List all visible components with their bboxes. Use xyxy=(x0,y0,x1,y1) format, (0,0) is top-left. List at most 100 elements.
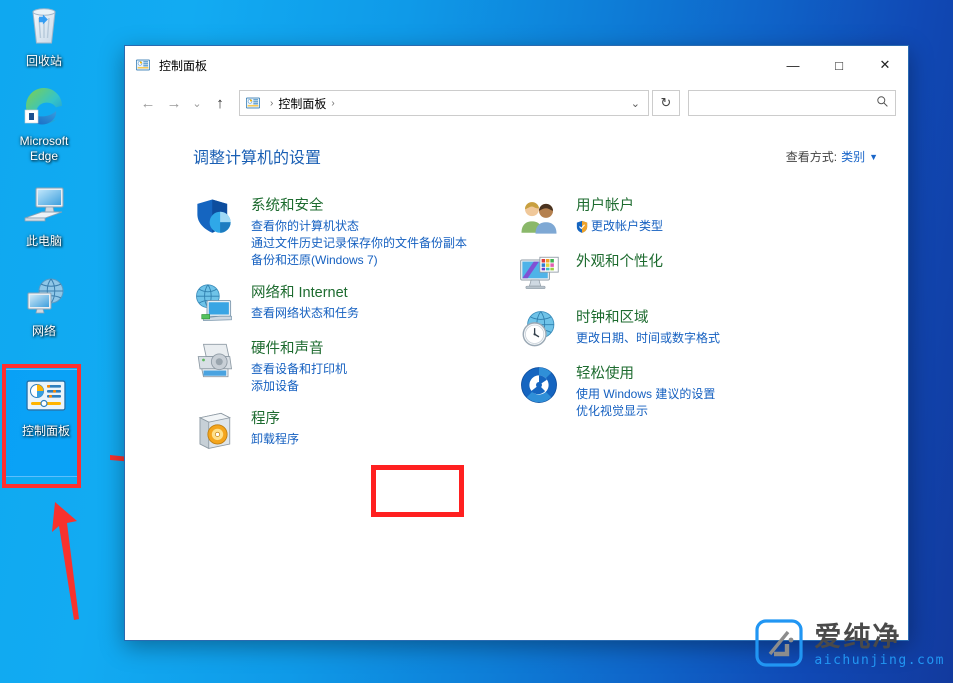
category-icon-wrap xyxy=(518,308,566,350)
category-link[interactable]: 查看设备和打印机 xyxy=(251,361,347,378)
category-icon-wrap xyxy=(193,283,241,325)
content-header: 调整计算机的设置 查看方式: 类别 ▼ xyxy=(193,144,878,168)
desktop-icon-label: 控制面板 xyxy=(7,424,85,439)
desktop-icon-microsoft-edge[interactable]: Microsoft Edge xyxy=(5,82,83,164)
programs-disc-icon xyxy=(193,409,235,451)
category-item: 硬件和声音查看设备和打印机添加设备 xyxy=(193,339,518,395)
desktop-icon-recycle-bin[interactable]: 回收站 xyxy=(5,2,83,69)
category-title[interactable]: 用户帐户 xyxy=(576,197,663,216)
category-column-left: 系统和安全查看你的计算机状态通过文件历史记录保存你的文件备份副本备份和还原(Wi… xyxy=(193,196,518,465)
category-link[interactable]: 更改日期、时间或数字格式 xyxy=(576,330,720,347)
category-text: 外观和个性化 xyxy=(566,252,663,294)
desktop: 回收站 Microsoft Edge xyxy=(0,0,953,683)
aichunjing-logo-icon xyxy=(754,618,804,673)
category-link[interactable]: 备份和还原(Windows 7) xyxy=(251,252,467,269)
watermark-en: aichunjing.com xyxy=(814,653,945,668)
category-link[interactable]: 查看网络状态和任务 xyxy=(251,305,359,322)
category-text: 程序卸载程序 xyxy=(241,409,299,451)
category-text: 系统和安全查看你的计算机状态通过文件历史记录保存你的文件备份副本备份和还原(Wi… xyxy=(241,196,467,269)
close-button[interactable]: ✕ xyxy=(862,47,908,84)
view-by-value[interactable]: 类别 xyxy=(841,148,865,165)
search-input[interactable] xyxy=(695,96,876,110)
up-button[interactable]: ↑ xyxy=(207,90,233,116)
category-item: 程序卸载程序 xyxy=(193,409,518,451)
category-text: 硬件和声音查看设备和打印机添加设备 xyxy=(241,339,347,395)
category-text: 用户帐户 更改帐户类型 xyxy=(566,196,663,238)
shield-security-icon xyxy=(193,196,235,238)
category-item: 网络和 Internet 查看网络状态和任务 xyxy=(193,283,518,325)
category-title[interactable]: 外观和个性化 xyxy=(576,253,663,272)
ease-of-access-icon xyxy=(518,364,560,406)
breadcrumb[interactable]: › 控制面板 › ⌄ xyxy=(239,90,649,116)
refresh-button[interactable]: ↻ xyxy=(652,90,680,116)
breadcrumb-separator[interactable]: › xyxy=(270,98,273,109)
category-icon-wrap xyxy=(193,339,241,395)
category-title[interactable]: 时钟和区域 xyxy=(576,309,720,328)
network-icon xyxy=(20,272,68,320)
printer-hardware-icon xyxy=(193,339,235,381)
window-titlebar[interactable]: 控制面板 — □ ✕ xyxy=(125,46,908,84)
desktop-icon-control-panel[interactable]: 控制面板 xyxy=(7,372,85,439)
control-panel-icon xyxy=(245,95,261,111)
category-icon-wrap xyxy=(518,252,566,294)
watermark-text: 爱纯净 aichunjing.com xyxy=(814,623,945,668)
view-by-control[interactable]: 查看方式: 类别 ▼ xyxy=(786,144,878,165)
desktop-icon-label: 网络 xyxy=(5,324,83,339)
back-button[interactable]: ← xyxy=(135,90,161,116)
window-title: 控制面板 xyxy=(159,57,207,74)
category-title[interactable]: 程序 xyxy=(251,410,299,429)
category-item: 外观和个性化 xyxy=(518,252,843,294)
breadcrumb-separator[interactable]: › xyxy=(331,98,334,109)
category-icon-wrap xyxy=(193,196,241,269)
category-text: 网络和 Internet 查看网络状态和任务 xyxy=(241,283,359,325)
category-link[interactable]: 使用 Windows 建议的设置 xyxy=(576,386,715,403)
category-link[interactable]: 添加设备 xyxy=(251,378,347,395)
category-link[interactable]: 通过文件历史记录保存你的文件备份副本 xyxy=(251,235,467,252)
control-panel-window: 控制面板 — □ ✕ ← → ⌄ ↑ xyxy=(124,45,909,641)
category-title[interactable]: 网络和 Internet xyxy=(251,284,359,303)
category-title[interactable]: 硬件和声音 xyxy=(251,340,347,359)
category-item: 时钟和区域更改日期、时间或数字格式 xyxy=(518,308,843,350)
annotation-arrow-to-control-panel xyxy=(48,490,96,627)
desktop-icon-label: 此电脑 xyxy=(5,234,83,249)
category-text: 轻松使用使用 Windows 建议的设置优化视觉显示 xyxy=(566,364,715,420)
category-item: 轻松使用使用 Windows 建议的设置优化视觉显示 xyxy=(518,364,843,420)
network-globe-icon xyxy=(193,283,235,325)
category-icon-wrap xyxy=(518,196,566,238)
recycle-bin-icon xyxy=(20,2,68,50)
desktop-icon-network[interactable]: 网络 xyxy=(5,272,83,339)
breadcrumb-item-control-panel[interactable]: 控制面板 xyxy=(278,95,326,112)
navigation-toolbar: ← → ⌄ ↑ › xyxy=(125,84,908,122)
control-panel-content: 调整计算机的设置 查看方式: 类别 ▼ 系统和安全查看你的计算机状态通过文件历史… xyxy=(125,122,908,640)
page-title: 调整计算机的设置 xyxy=(193,144,321,168)
category-link[interactable]: 优化视觉显示 xyxy=(576,403,715,420)
watermark: 爱纯净 aichunjing.com xyxy=(754,618,945,673)
category-item: 用户帐户 更改帐户类型 xyxy=(518,196,843,238)
desktop-icon-this-pc[interactable]: 此电脑 xyxy=(5,182,83,249)
category-text: 时钟和区域更改日期、时间或数字格式 xyxy=(566,308,720,350)
category-title[interactable]: 系统和安全 xyxy=(251,197,467,216)
recent-locations-button[interactable]: ⌄ xyxy=(187,90,207,116)
category-link[interactable]: 卸载程序 xyxy=(251,431,299,448)
desktop-icon-label: 回收站 xyxy=(5,54,83,69)
category-title[interactable]: 轻松使用 xyxy=(576,365,715,384)
control-panel-icon xyxy=(22,372,70,420)
category-icon-wrap xyxy=(518,364,566,420)
search-icon[interactable] xyxy=(876,95,889,111)
category-grid: 系统和安全查看你的计算机状态通过文件历史记录保存你的文件备份副本备份和还原(Wi… xyxy=(193,196,878,465)
maximize-button[interactable]: □ xyxy=(816,47,862,84)
search-box[interactable] xyxy=(688,90,896,116)
microsoft-edge-icon xyxy=(20,82,68,130)
uac-shield-icon xyxy=(576,220,588,233)
category-link[interactable]: 更改帐户类型 xyxy=(576,218,663,235)
category-icon-wrap xyxy=(193,409,241,451)
category-item: 系统和安全查看你的计算机状态通过文件历史记录保存你的文件备份副本备份和还原(Wi… xyxy=(193,196,518,269)
user-accounts-icon xyxy=(518,196,560,238)
chevron-down-icon[interactable]: ⌄ xyxy=(631,97,644,110)
watermark-cn: 爱纯净 xyxy=(814,623,945,653)
category-link[interactable]: 查看你的计算机状态 xyxy=(251,218,467,235)
desktop-icon-label: Microsoft Edge xyxy=(5,134,83,164)
chevron-down-icon[interactable]: ▼ xyxy=(869,152,878,162)
forward-button[interactable]: → xyxy=(161,90,187,116)
minimize-button[interactable]: — xyxy=(770,47,816,84)
